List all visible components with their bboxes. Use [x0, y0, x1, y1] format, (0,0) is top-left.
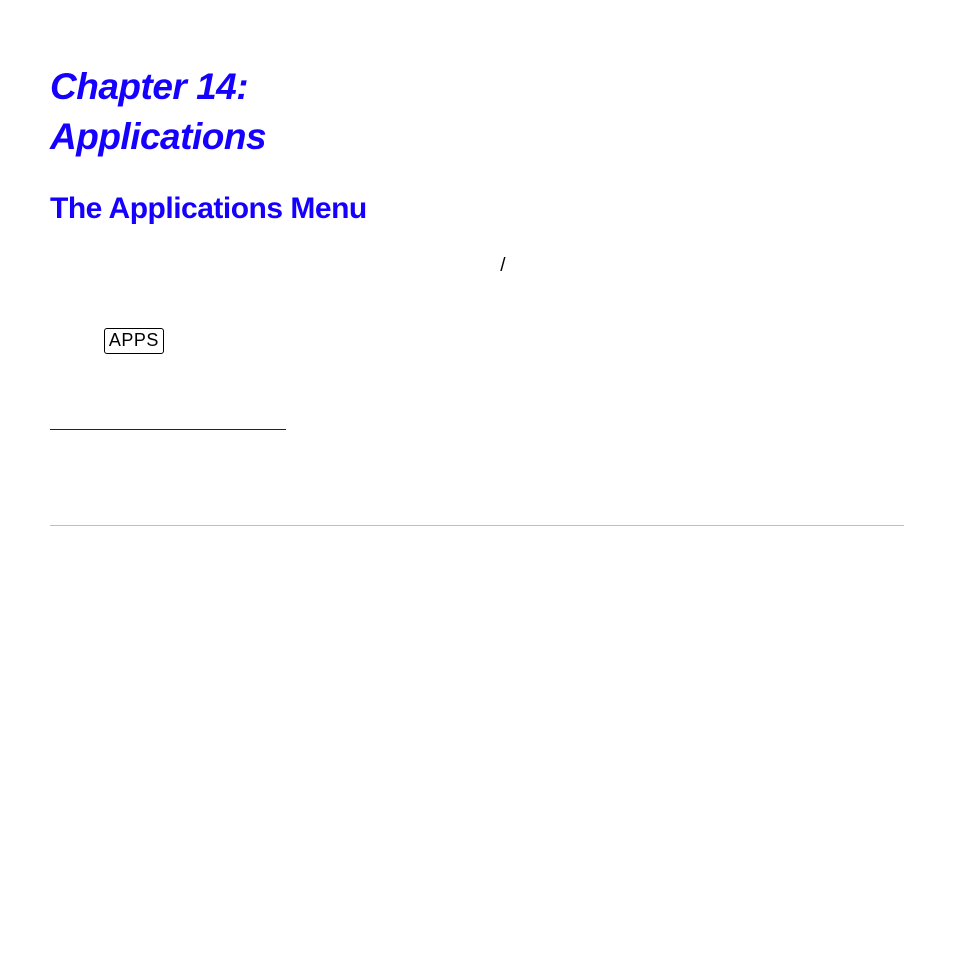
section-title: The Applications Menu	[50, 192, 904, 226]
chapter-title-line2: Applications	[50, 116, 266, 157]
intro-paragraph-2: Press APPS to see the complete list of a…	[50, 327, 904, 384]
chapter-title-line1: Chapter 14:	[50, 66, 248, 107]
footer-divider	[50, 525, 904, 526]
note-paragraph: Note: Most applications require 4	[50, 456, 904, 485]
apps-key-icon: APPS	[104, 328, 164, 353]
intro-paragraph-1: The TI-84 Plus comes with several Texas …	[50, 252, 904, 309]
guides-link-underline[interactable]	[50, 409, 286, 431]
link-line	[50, 402, 904, 431]
chapter-title: Chapter 14: Applications	[50, 62, 904, 162]
